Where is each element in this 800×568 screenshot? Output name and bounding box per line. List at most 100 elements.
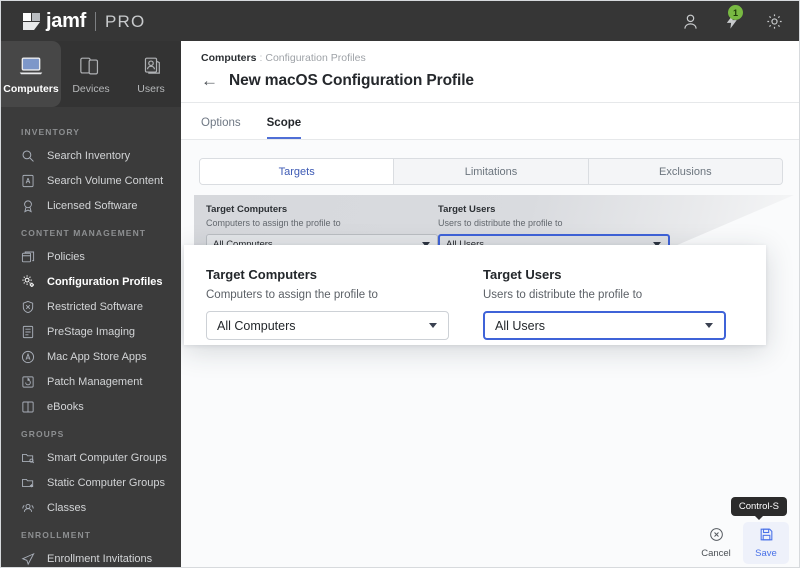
users-cards-icon: [139, 53, 163, 79]
callout-field-target-users: Target Users Users to distribute the pro…: [483, 267, 760, 340]
callout-field-label: Target Computers: [206, 267, 317, 282]
brand-name: jamf: [46, 10, 86, 32]
nav-group-enrollment: ENROLLMENT: [21, 530, 92, 540]
sidebar-item-enrollment-invitations[interactable]: Enrollment Invitations: [1, 546, 181, 567]
sidebar-item-label: Smart Computer Groups: [47, 451, 167, 464]
patch-icon: [21, 375, 43, 389]
callout-field-hint: Users to distribute the profile to: [483, 289, 643, 301]
sidebar-tab-computers[interactable]: Computers: [1, 41, 61, 107]
license-ribbon-icon: [21, 199, 43, 213]
select-value: All Computers: [217, 318, 296, 333]
magnifier-icon: [21, 149, 43, 163]
segment-targets[interactable]: Targets: [200, 159, 395, 184]
sidebar-item-search-inventory[interactable]: Search Inventory: [1, 143, 181, 168]
sidebar-item-label: eBooks: [47, 400, 84, 413]
page-title: New macOS Configuration Profile: [229, 72, 474, 89]
scope-segmented-control: Targets Limitations Exclusions: [199, 158, 783, 185]
notification-badge: 1: [728, 5, 743, 20]
scope-content: Targets Limitations Exclusions Target Co…: [181, 140, 799, 567]
jamf-logo-icon: [23, 13, 40, 30]
sidebar-navigation: INVENTORY Search Inventory Search Volume…: [1, 107, 181, 567]
sidebar-item-prestage-imaging[interactable]: PreStage Imaging: [1, 319, 181, 344]
policies-stack-icon: [21, 250, 43, 264]
callout-target-computers-select[interactable]: All Computers: [206, 311, 449, 340]
zoom-callout-row: Target Computers Computers to assign the…: [206, 267, 766, 340]
back-arrow-icon[interactable]: ←: [201, 72, 218, 89]
field-label: Target Users: [438, 204, 496, 215]
breadcrumb-root[interactable]: Computers: [201, 52, 256, 64]
brand-logo[interactable]: jamf PRO: [1, 1, 145, 41]
top-bar: jamf PRO 1: [1, 1, 799, 41]
sidebar-item-label: Configuration Profiles: [47, 275, 163, 288]
cancel-button[interactable]: Cancel: [693, 522, 739, 564]
nav-group-groups: GROUPS: [21, 429, 65, 439]
sidebar-item-label: PreStage Imaging: [47, 325, 136, 338]
title-row: ← New macOS Configuration Profile: [201, 72, 799, 90]
main-panel: Computers: Configuration Profiles ← New m…: [181, 41, 799, 567]
classes-icon: [21, 501, 43, 515]
sidebar-item-search-volume-content[interactable]: Search Volume Content: [1, 168, 181, 193]
main-header: Computers: Configuration Profiles ← New m…: [181, 41, 799, 103]
settings-gear-icon[interactable]: [763, 10, 785, 32]
smart-folder-icon: [21, 451, 43, 465]
zoom-callout-panel: Target Computers Computers to assign the…: [184, 245, 766, 345]
brand-divider: [94, 11, 96, 31]
callout-field-label: Target Users: [483, 267, 562, 282]
sidebar: Computers Devices Users INVENTORY Search…: [1, 41, 181, 567]
tab-options[interactable]: Options: [201, 117, 241, 139]
user-account-icon[interactable]: [679, 10, 701, 32]
sidebar-tab-devices[interactable]: Devices: [61, 41, 121, 107]
floppy-disk-save-icon: [759, 527, 774, 545]
sidebar-tab-label: Users: [137, 83, 165, 95]
sidebar-item-label: Enrollment Invitations: [47, 552, 153, 565]
nav-group-content-management: CONTENT MANAGEMENT: [21, 228, 147, 238]
field-hint: Computers to assign the profile to: [206, 218, 341, 228]
chevron-down-icon: [429, 323, 437, 328]
sidebar-item-classes[interactable]: Classes: [1, 495, 181, 520]
notifications-bolt-icon[interactable]: 1: [721, 5, 743, 32]
sidebar-item-mac-app-store-apps[interactable]: Mac App Store Apps: [1, 344, 181, 369]
sidebar-tab-users[interactable]: Users: [121, 41, 181, 107]
segment-limitations[interactable]: Limitations: [394, 159, 589, 184]
sidebar-item-licensed-software[interactable]: Licensed Software: [1, 193, 181, 218]
shield-block-icon: [21, 300, 43, 314]
sidebar-item-label: Policies: [47, 250, 85, 263]
callout-field-target-computers: Target Computers Computers to assign the…: [206, 267, 483, 340]
sidebar-tab-label: Devices: [72, 83, 110, 95]
save-shortcut-tooltip: Control-S: [730, 497, 787, 520]
sidebar-item-label: Classes: [47, 501, 87, 514]
segment-exclusions[interactable]: Exclusions: [588, 159, 782, 184]
paper-plane-icon: [21, 552, 43, 566]
field-label: Target Computers: [206, 204, 288, 215]
breadcrumb: Computers: Configuration Profiles: [201, 52, 799, 64]
sidebar-item-ebooks[interactable]: eBooks: [1, 394, 181, 419]
sidebar-tab-label: Computers: [3, 83, 59, 95]
folder-plus-icon: [21, 476, 43, 490]
sidebar-item-smart-computer-groups[interactable]: Smart Computer Groups: [1, 445, 181, 470]
top-bar-actions: 1: [679, 5, 799, 32]
tab-scope[interactable]: Scope: [266, 117, 302, 139]
sidebar-item-label: Search Inventory: [47, 149, 131, 162]
breadcrumb-current[interactable]: Configuration Profiles: [265, 52, 365, 64]
sidebar-item-label: Patch Management: [47, 375, 143, 388]
sidebar-item-policies[interactable]: Policies: [1, 244, 181, 269]
sidebar-object-tabs: Computers Devices Users: [1, 41, 181, 107]
brand-product: PRO: [104, 11, 146, 31]
save-button[interactable]: Save: [743, 522, 789, 564]
chevron-down-icon: [705, 323, 713, 328]
sidebar-item-configuration-profiles[interactable]: Configuration Profiles: [1, 269, 181, 294]
sidebar-item-label: Static Computer Groups: [47, 476, 165, 489]
volume-content-icon: [21, 174, 43, 188]
sidebar-item-label: Mac App Store Apps: [47, 350, 147, 363]
gears-icon: [21, 274, 43, 289]
callout-target-users-select[interactable]: All Users: [483, 311, 726, 340]
cancel-circle-x-icon: [709, 527, 724, 545]
mobile-devices-icon: [79, 53, 103, 79]
callout-field-hint: Computers to assign the profile to: [206, 289, 378, 301]
laptop-icon: [18, 53, 44, 79]
sidebar-item-static-computer-groups[interactable]: Static Computer Groups: [1, 470, 181, 495]
sidebar-item-patch-management[interactable]: Patch Management: [1, 369, 181, 394]
cancel-button-label: Cancel: [701, 548, 731, 559]
sidebar-item-label: Restricted Software: [47, 300, 143, 313]
sidebar-item-restricted-software[interactable]: Restricted Software: [1, 294, 181, 319]
